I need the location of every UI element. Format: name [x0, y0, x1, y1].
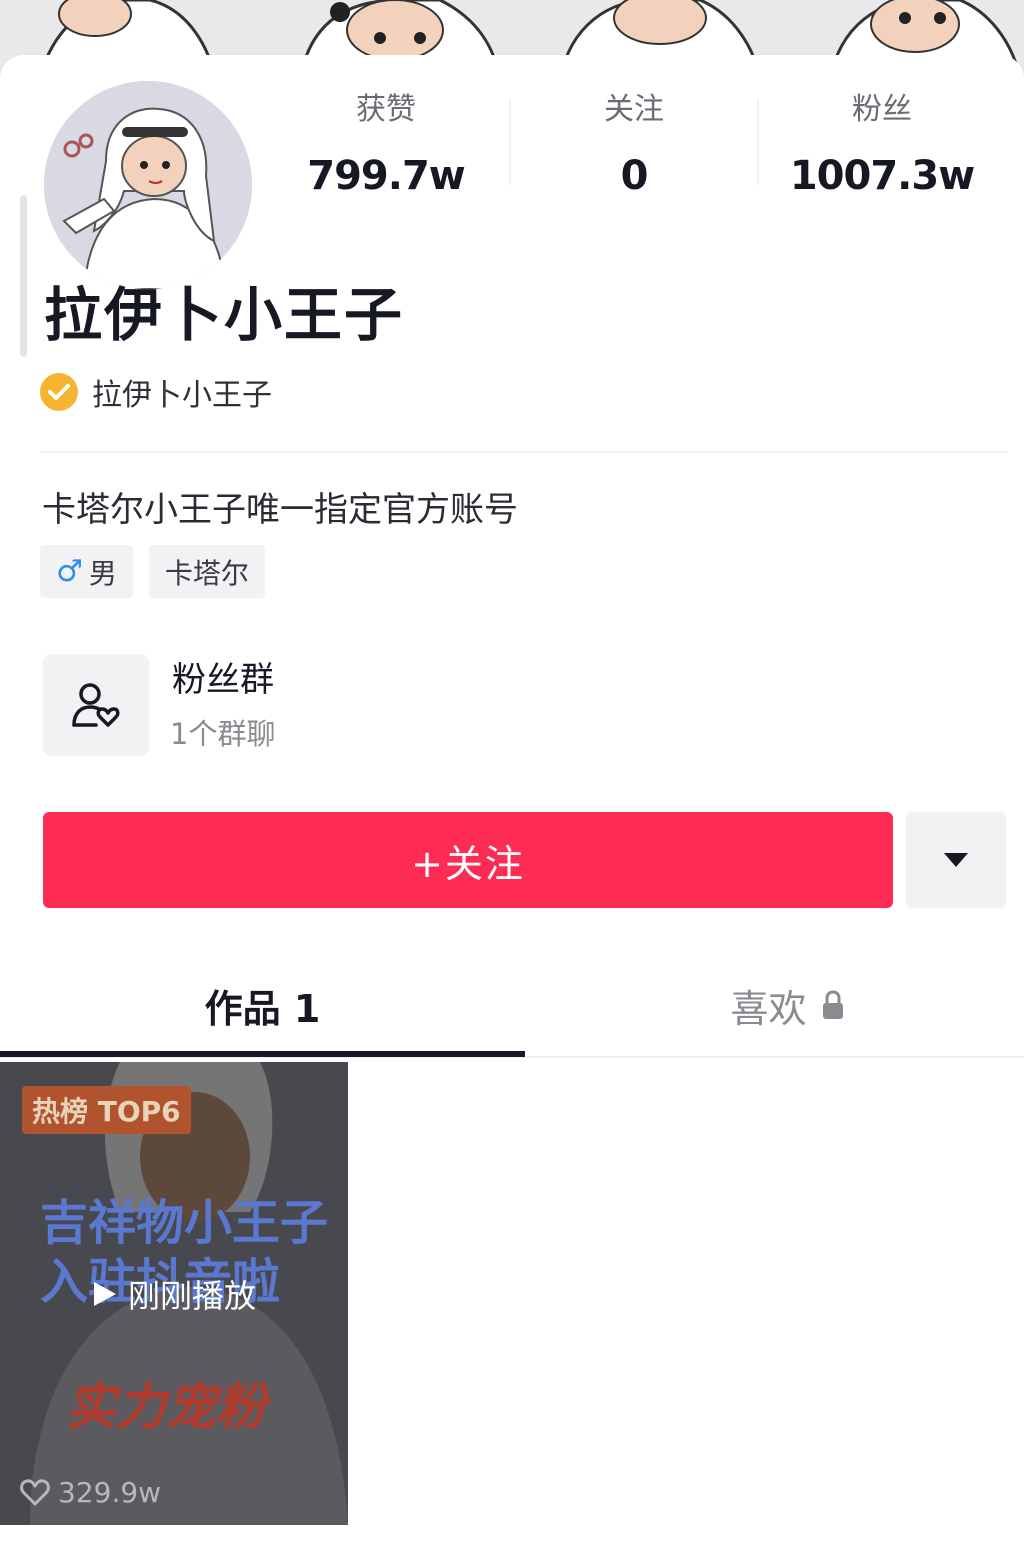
verified-check-icon: [40, 373, 78, 411]
video-cover-text-1: 吉祥物小王子: [40, 1195, 329, 1251]
tab-works[interactable]: 作品 1: [0, 975, 525, 1035]
profile-bio: 卡塔尔小王子唯一指定官方账号: [42, 490, 518, 530]
gender-tag: ♂ 男: [40, 545, 133, 598]
divider: [40, 451, 1008, 453]
profile-nickname: 拉伊卜小王子: [44, 281, 405, 349]
gender-tag-label: 男: [88, 556, 117, 590]
stat-following[interactable]: 关注 0: [510, 92, 758, 200]
play-icon: [92, 1280, 118, 1308]
just-played-label: 刚刚播放: [92, 1272, 256, 1316]
verified-account-row[interactable]: 拉伊卜小王子: [40, 372, 272, 413]
avatar-image: [44, 81, 252, 289]
verified-label: 拉伊卜小王子: [92, 378, 272, 413]
profile-tags: ♂ 男 卡塔尔: [40, 545, 265, 598]
tab-works-label: 作品 1: [204, 986, 321, 1031]
male-symbol-icon: ♂: [56, 554, 83, 589]
stat-followers-value: 1007.3w: [789, 153, 975, 199]
user-heart-icon: [72, 683, 120, 727]
video-likes: 329.9w: [20, 1472, 161, 1512]
stat-followers-label: 粉丝: [852, 92, 912, 127]
tab-likes[interactable]: 喜欢: [525, 975, 1024, 1035]
hot-rank-badge: 热榜 TOP6: [22, 1086, 191, 1134]
location-tag: 卡塔尔: [148, 545, 265, 598]
scroll-indicator[interactable]: [20, 195, 27, 357]
fan-group-icon[interactable]: [43, 654, 149, 756]
stat-likes[interactable]: 获赞 799.7w: [262, 92, 510, 200]
caret-down-icon: [944, 853, 968, 867]
stat-likes-value: 799.7w: [307, 153, 465, 199]
follow-button[interactable]: +关注: [43, 812, 893, 908]
video-thumbnail[interactable]: 热榜 TOP6 吉祥物小王子 入驻抖音啦 实力宠粉 刚刚播放 329.9w: [0, 1062, 348, 1525]
avatar[interactable]: [38, 75, 258, 295]
stat-following-label: 关注: [604, 92, 664, 127]
location-tag-label: 卡塔尔: [164, 556, 249, 590]
video-likes-count: 329.9w: [58, 1475, 162, 1509]
fan-group-subtitle: 1个群聊: [170, 717, 276, 751]
tab-likes-label: 喜欢: [730, 986, 807, 1031]
stat-following-value: 0: [620, 153, 649, 199]
video-cover-text-3: 实力宠粉: [66, 1378, 266, 1436]
tab-active-indicator: [0, 1051, 525, 1057]
stat-followers[interactable]: 粉丝 1007.3w: [758, 92, 1006, 200]
stat-likes-label: 获赞: [356, 92, 416, 127]
fan-group-title[interactable]: 粉丝群: [172, 660, 274, 700]
heart-icon: [20, 1478, 50, 1506]
lock-icon: [821, 990, 845, 1020]
more-options-button[interactable]: [906, 812, 1006, 908]
just-played-text: 刚刚播放: [128, 1277, 257, 1315]
